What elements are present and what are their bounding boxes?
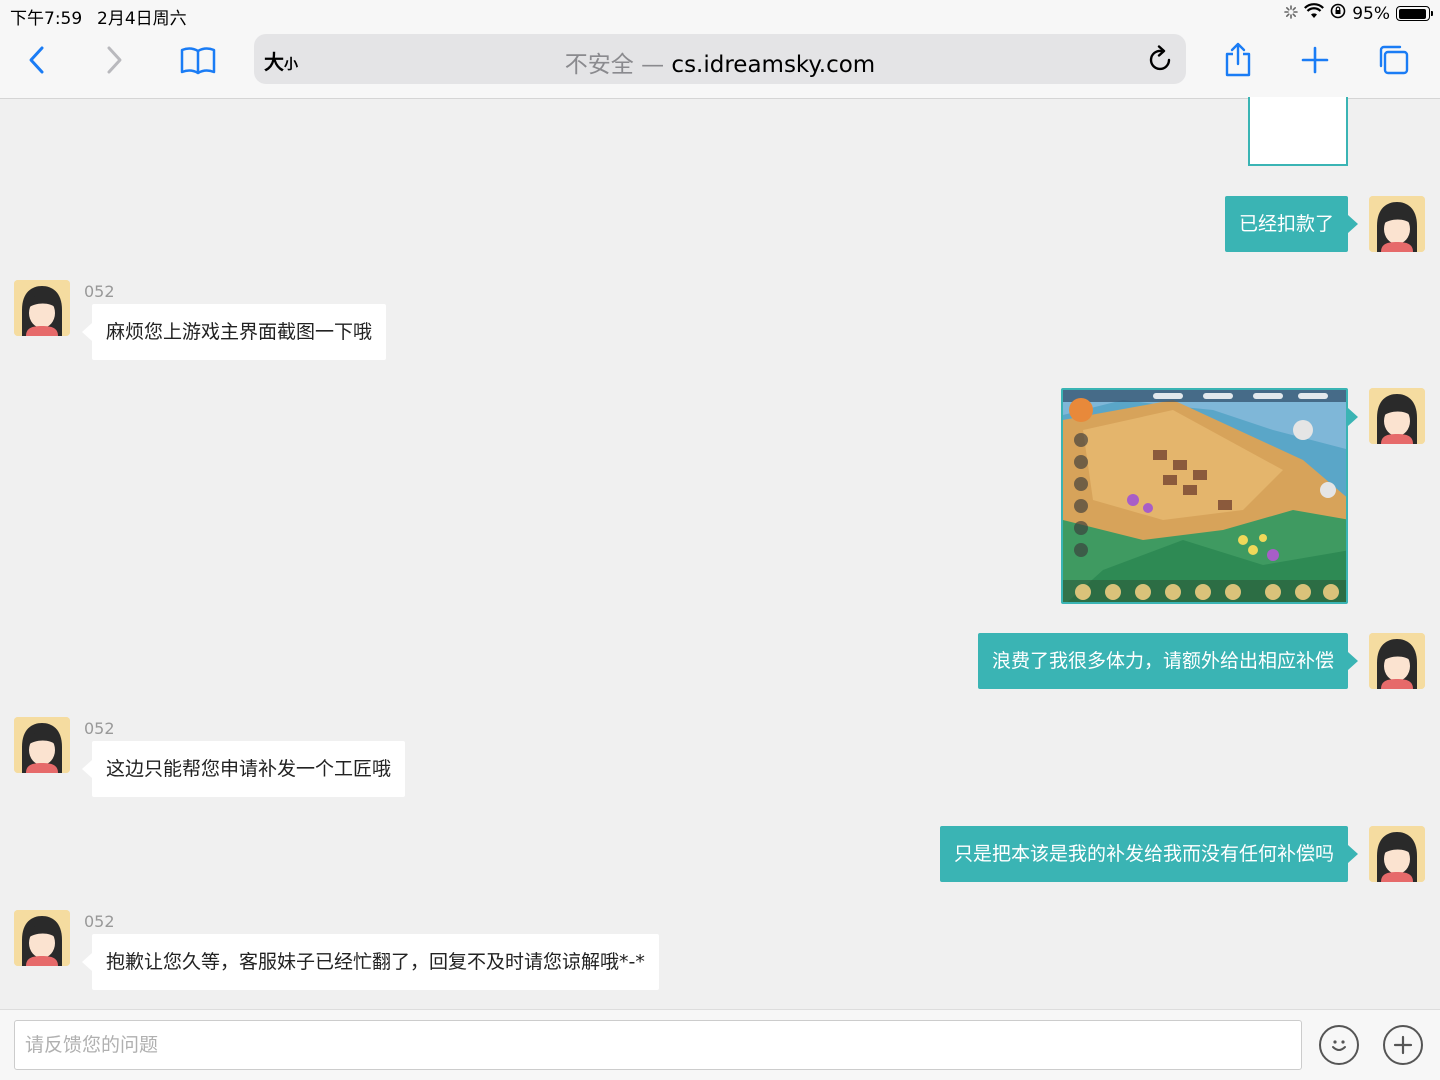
agent-message-bubble: 抱歉让您久等，客服妹子已经忙翻了，回复不及时请您谅解哦*-* (82, 934, 659, 990)
image-bubble-arrow (1348, 408, 1358, 426)
add-attachment-icon[interactable] (1383, 1025, 1423, 1065)
user-avatar (1369, 633, 1425, 689)
agent-message-bubble: 麻烦您上游戏主界面截图一下哦 (81, 304, 387, 360)
status-time: 下午7:59 (10, 9, 83, 29)
new-tab-icon[interactable] (1293, 38, 1337, 82)
forward-icon[interactable] (92, 38, 136, 82)
chat-history[interactable]: 已经扣款了 052 麻烦您上游戏主界面截图一下哦 浪费了我很多体力，请额外给出相… (0, 97, 1440, 1009)
url-host: cs.idreamsky.com (671, 52, 876, 78)
user-message-bubble: 已经扣款了 (1224, 196, 1359, 252)
status-right-group: 95% (1284, 3, 1433, 24)
avatar-girl-icon (14, 717, 70, 773)
avatar-girl-icon (14, 280, 70, 336)
status-date: 2月4日周六 (97, 9, 187, 29)
orientation-lock-icon (1330, 3, 1346, 24)
user-avatar (1369, 826, 1425, 882)
agent-avatar (14, 717, 70, 773)
tabs-icon[interactable] (1371, 38, 1415, 82)
url-display[interactable]: 不安全 — cs.idreamsky.com (254, 45, 1186, 79)
wifi-icon (1304, 3, 1325, 24)
agent-name: 052 (84, 912, 115, 931)
avatar-girl-icon (14, 910, 70, 966)
browser-toolbar: 大小 不安全 — cs.idreamsky.com (0, 28, 1440, 99)
agent-name: 052 (84, 282, 115, 301)
agent-name: 052 (84, 719, 115, 738)
user-message-bubble: 浪费了我很多体力，请额外给出相应补偿 (977, 633, 1359, 689)
user-avatar (1369, 196, 1425, 252)
battery-percent: 95% (1352, 3, 1390, 24)
game-screenshot-image[interactable] (1061, 388, 1348, 604)
avatar-girl-icon (1369, 826, 1425, 882)
user-avatar (1369, 388, 1425, 444)
security-label: 不安全 — (564, 52, 665, 78)
image-message-partial[interactable] (1248, 97, 1348, 166)
share-icon[interactable] (1216, 38, 1260, 82)
avatar-girl-icon (1369, 196, 1425, 252)
emoji-icon[interactable] (1319, 1025, 1359, 1065)
user-message-bubble: 只是把本该是我的补发给我而没有任何补偿吗 (939, 826, 1359, 882)
avatar-girl-icon (1369, 633, 1425, 689)
bookmarks-icon[interactable] (176, 38, 220, 82)
agent-message-bubble: 这边只能帮您申请补发一个工匠哦 (81, 741, 406, 797)
address-bar[interactable]: 大小 不安全 — cs.idreamsky.com (254, 34, 1186, 84)
agent-avatar (14, 910, 70, 966)
avatar-girl-icon (1369, 388, 1425, 444)
battery-icon (1396, 6, 1433, 21)
activity-icon (1284, 4, 1299, 24)
feedback-input[interactable] (14, 1020, 1302, 1070)
reload-icon[interactable] (1148, 45, 1174, 77)
back-icon[interactable] (15, 38, 59, 82)
agent-avatar (14, 280, 70, 336)
status-bar: 下午7:59 2月4日周六 95% (0, 0, 1440, 29)
composer-bar (0, 1009, 1440, 1080)
